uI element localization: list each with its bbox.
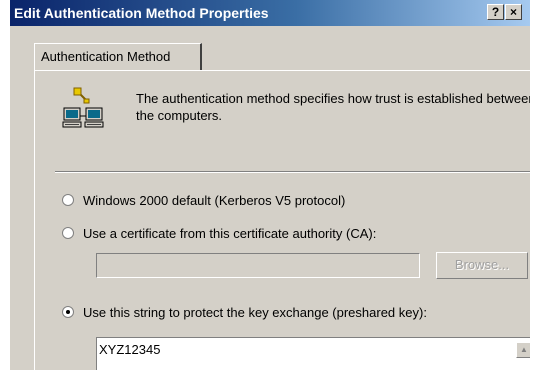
browse-button: Browse...	[436, 252, 528, 279]
scroll-up-arrow-icon[interactable]: ▲	[516, 342, 530, 358]
radio-button[interactable]	[62, 227, 74, 239]
radio-button-checked[interactable]	[62, 306, 74, 318]
tab-label: Authentication Method	[41, 49, 171, 64]
edit-authentication-dialog: Edit Authentication Method Properties ? …	[10, 0, 530, 370]
radio-certificate[interactable]: Use a certificate from this certificate …	[62, 226, 376, 241]
help-button[interactable]: ?	[487, 4, 504, 20]
preshared-key-textarea[interactable]: XYZ12345	[96, 337, 530, 370]
radio-preshared-key[interactable]: Use this string to protect the key excha…	[62, 305, 427, 320]
window-title: Edit Authentication Method Properties	[14, 5, 269, 21]
radio-kerberos-label: Windows 2000 default (Kerberos V5 protoc…	[83, 193, 346, 208]
description-text: The authentication method specifies how …	[136, 91, 530, 123]
preshared-key-value: XYZ12345	[99, 342, 161, 357]
tab-authentication-method[interactable]: Authentication Method	[34, 43, 202, 70]
radio-certificate-label: Use a certificate from this certificate …	[83, 226, 377, 241]
title-bar[interactable]: Edit Authentication Method Properties ? …	[10, 0, 530, 26]
computers-key-icon	[62, 87, 104, 128]
radio-button[interactable]	[62, 194, 74, 206]
radio-kerberos[interactable]: Windows 2000 default (Kerberos V5 protoc…	[62, 193, 345, 208]
close-button[interactable]: ×	[505, 4, 522, 20]
certificate-authority-field	[96, 253, 420, 278]
separator	[55, 171, 530, 173]
radio-preshared-label: Use this string to protect the key excha…	[83, 305, 427, 320]
